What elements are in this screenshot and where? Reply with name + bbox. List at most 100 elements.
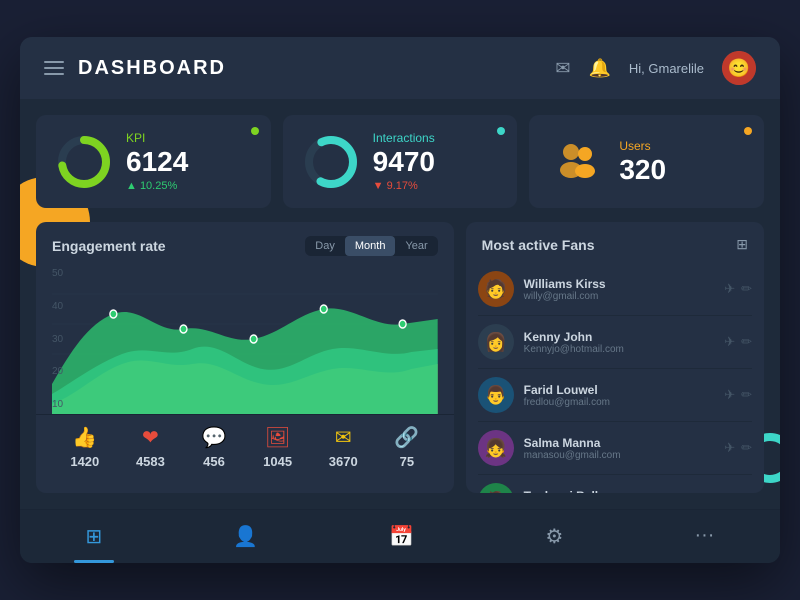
links-icon: 🔗 xyxy=(394,425,419,450)
send-icon-3[interactable]: ✈ xyxy=(724,387,735,403)
kpi-donut-svg-1 xyxy=(56,134,112,190)
fan-email-4: manasou@gmail.com xyxy=(524,450,715,461)
grid-icon[interactable]: ⊞ xyxy=(736,236,748,253)
header: DASHBOARD ✉ 🔔 Hi, Gmarelile 😊 xyxy=(20,37,780,99)
images-value: 1045 xyxy=(263,454,292,469)
kpi-value-3: 320 xyxy=(619,156,744,184)
time-btn-year[interactable]: Year xyxy=(395,236,437,256)
bottom-section: Engagement rate Day Month Year 50 40 30 … xyxy=(36,222,764,493)
send-icon-2[interactable]: ✈ xyxy=(724,334,735,350)
fan-email-2: Kennyjo@hotmail.com xyxy=(524,344,715,355)
fan-info-3: Farid Louwel fredlou@gmail.com xyxy=(524,383,715,408)
fans-header: Most active Fans ⊞ xyxy=(466,222,764,263)
stats-row: 👍 1420 ❤ 4583 💬 456 🖼 1045 xyxy=(36,414,454,479)
links-value: 75 xyxy=(400,454,414,469)
fan-item: 👩 Kenny John Kennyjo@hotmail.com ✈ ✏ xyxy=(478,316,752,369)
nav-dashboard[interactable]: ⊞ xyxy=(66,520,123,553)
fan-actions-1: ✈ ✏ xyxy=(724,281,752,297)
kpi-card-kpi: KPI 6124 ▲ 10.25% xyxy=(36,115,271,208)
page-title: DASHBOARD xyxy=(78,57,226,80)
edit-icon-1[interactable]: ✏ xyxy=(741,281,752,297)
kpi-icon-2 xyxy=(303,134,359,190)
users-icon-svg xyxy=(549,134,605,190)
bottom-nav: ⊞ 👤 📅 ⚙ ··· xyxy=(20,509,780,563)
stat-messages: ✉ 3670 xyxy=(329,425,358,469)
edit-icon-4[interactable]: ✏ xyxy=(741,440,752,456)
chart-area: 50 40 30 20 10 xyxy=(36,264,454,414)
stat-links: 🔗 75 xyxy=(394,425,419,469)
fan-info-2: Kenny John Kennyjo@hotmail.com xyxy=(524,330,715,355)
fans-title: Most active Fans xyxy=(482,237,595,253)
kpi-icon-1 xyxy=(56,134,112,190)
greeting-text: Hi, Gmarelile xyxy=(629,61,704,76)
send-icon-4[interactable]: ✈ xyxy=(724,440,735,456)
hearts-icon: ❤ xyxy=(142,425,159,450)
kpi-label-1: KPI xyxy=(126,131,251,145)
fan-actions-3: ✈ ✏ xyxy=(724,387,752,403)
nav-more[interactable]: ··· xyxy=(674,520,734,553)
fan-actions-2: ✈ ✏ xyxy=(724,334,752,350)
more-nav-icon: ··· xyxy=(694,524,714,547)
time-toggle: Day Month Year xyxy=(305,236,437,256)
settings-nav-icon: ⚙ xyxy=(545,524,563,549)
nav-calendar[interactable]: 📅 xyxy=(369,520,434,553)
time-btn-day[interactable]: Day xyxy=(305,236,345,256)
stat-likes: 👍 1420 xyxy=(70,425,99,469)
kpi-info-3: Users 320 xyxy=(619,139,744,184)
fan-avatar-5: 🧔 xyxy=(478,483,514,493)
stat-comments: 💬 456 xyxy=(202,425,227,469)
kpi-value-2: 9470 xyxy=(373,148,498,176)
fan-info-1: Williams Kirss willy@gmail.com xyxy=(524,277,715,302)
comments-value: 456 xyxy=(203,454,225,469)
mail-icon[interactable]: ✉ xyxy=(555,58,570,79)
fan-avatar-1: 🧑 xyxy=(478,271,514,307)
likes-icon: 👍 xyxy=(72,425,97,450)
fan-item: 👧 Salma Manna manasou@gmail.com ✈ ✏ xyxy=(478,422,752,475)
kpi-card-interactions: Interactions 9470 ▼ 9.17% xyxy=(283,115,518,208)
time-btn-month[interactable]: Month xyxy=(345,236,396,256)
kpi-label-2: Interactions xyxy=(373,131,498,145)
avatar-image: 😊 xyxy=(722,51,756,85)
hamburger-menu[interactable] xyxy=(44,61,64,75)
fan-actions-4: ✈ ✏ xyxy=(724,440,752,456)
fan-name-1: Williams Kirss xyxy=(524,277,715,291)
kpi-dot-1 xyxy=(251,127,259,135)
bell-icon[interactable]: 🔔 xyxy=(588,58,610,79)
kpi-value-1: 6124 xyxy=(126,148,251,176)
fan-name-4: Salma Manna xyxy=(524,436,715,450)
kpi-dot-2 xyxy=(497,127,505,135)
main-content: KPI 6124 ▲ 10.25% Interactions 9470 xyxy=(20,99,780,509)
kpi-info-2: Interactions 9470 ▼ 9.17% xyxy=(373,131,498,192)
edit-icon-2[interactable]: ✏ xyxy=(741,334,752,350)
fan-item: 🧑 Williams Kirss willy@gmail.com ✈ ✏ xyxy=(478,263,752,316)
send-icon-1[interactable]: ✈ xyxy=(724,281,735,297)
kpi-row: KPI 6124 ▲ 10.25% Interactions 9470 xyxy=(36,115,764,208)
fan-name-2: Kenny John xyxy=(524,330,715,344)
avatar[interactable]: 😊 xyxy=(722,51,756,85)
fan-info-4: Salma Manna manasou@gmail.com xyxy=(524,436,715,461)
images-icon: 🖼 xyxy=(265,425,290,450)
edit-icon-3[interactable]: ✏ xyxy=(741,387,752,403)
nav-profile[interactable]: 👤 xyxy=(213,520,278,553)
hearts-value: 4583 xyxy=(136,454,165,469)
engagement-card: Engagement rate Day Month Year 50 40 30 … xyxy=(36,222,454,493)
kpi-info-1: KPI 6124 ▲ 10.25% xyxy=(126,131,251,192)
header-right: ✉ 🔔 Hi, Gmarelile 😊 xyxy=(555,51,756,85)
engagement-header: Engagement rate Day Month Year xyxy=(36,222,454,264)
kpi-change-2: ▼ 9.17% xyxy=(373,180,498,192)
stat-hearts: ❤ 4583 xyxy=(136,425,165,469)
fan-item: 🧔 Touhami Bell touhbell@gmail.com ✈ ✏ xyxy=(478,475,752,493)
engagement-chart-svg xyxy=(52,264,438,414)
nav-settings[interactable]: ⚙ xyxy=(525,520,583,553)
kpi-donut-svg-2 xyxy=(303,134,359,190)
kpi-card-users: Users 320 xyxy=(529,115,764,208)
fan-email-3: fredlou@gmail.com xyxy=(524,397,715,408)
messages-icon: ✉ xyxy=(335,425,352,450)
kpi-change-1: ▲ 10.25% xyxy=(126,180,251,192)
calendar-nav-icon: 📅 xyxy=(389,524,414,549)
y-label-30: 30 xyxy=(52,334,63,345)
fan-avatar-3: 👨 xyxy=(478,377,514,413)
y-label-20: 20 xyxy=(52,366,63,377)
y-label-40: 40 xyxy=(52,301,63,312)
kpi-icon-3 xyxy=(549,134,605,190)
